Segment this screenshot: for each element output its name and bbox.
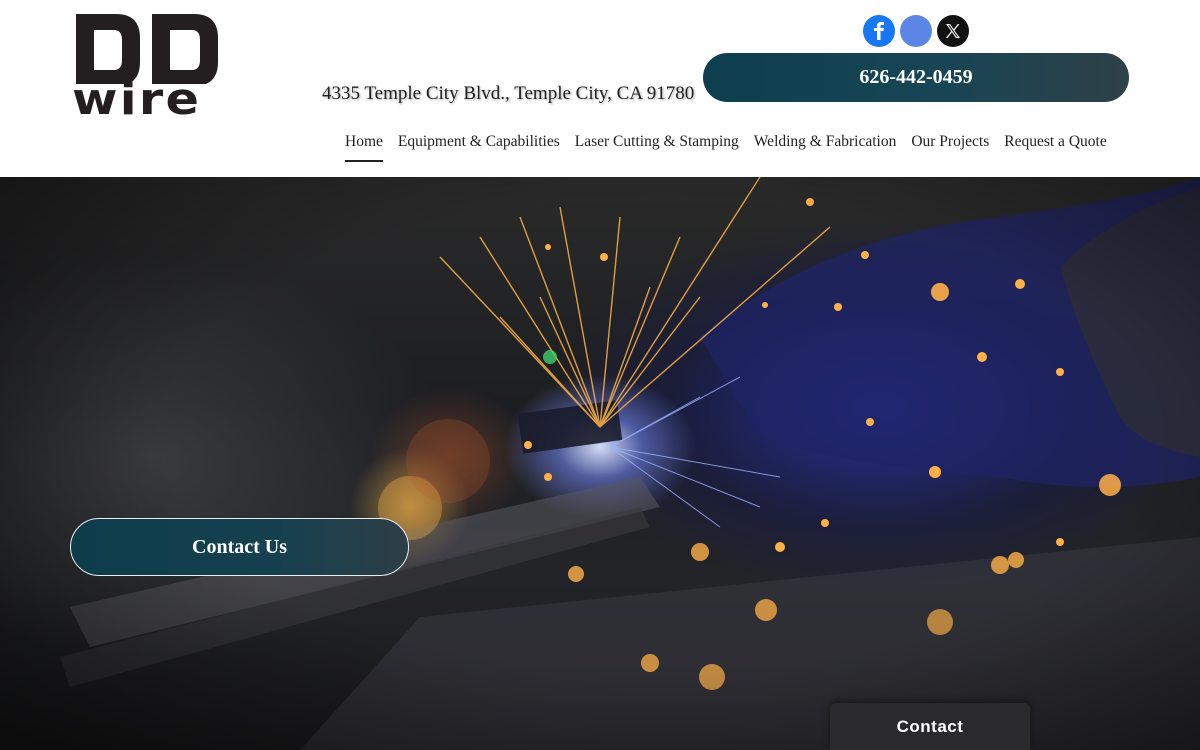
hero-banner: Contact Us Contact (0, 177, 1200, 750)
x-link[interactable] (937, 15, 969, 47)
dd-wire-logo[interactable]: wire (72, 14, 224, 122)
nav-item-request-quote[interactable]: Request a Quote (1004, 133, 1106, 161)
facebook-link[interactable] (863, 15, 895, 47)
social-links (863, 15, 969, 47)
site-header: wire 4335 Temple City Blvd., Temple City… (0, 0, 1200, 177)
logo-wordmark: wire (72, 74, 202, 125)
welding-sparks-photo (0, 177, 1200, 750)
google-link[interactable] (900, 15, 932, 47)
phone-call-button[interactable]: 626-442-0459 (703, 53, 1129, 102)
google-icon (915, 30, 917, 32)
nav-item-our-projects[interactable]: Our Projects (911, 133, 989, 161)
facebook-icon (874, 22, 884, 40)
business-address: 4335 Temple City Blvd., Temple City, CA … (322, 83, 695, 104)
floating-contact-tab[interactable]: Contact (830, 703, 1030, 750)
main-navigation: Home Equipment & Capabilities Laser Cutt… (345, 133, 1107, 162)
nav-item-welding-fabrication[interactable]: Welding & Fabrication (754, 133, 897, 161)
contact-us-button[interactable]: Contact Us (70, 518, 409, 576)
nav-item-equipment-capabilities[interactable]: Equipment & Capabilities (398, 133, 560, 161)
nav-item-home[interactable]: Home (345, 133, 383, 162)
x-icon (946, 24, 960, 38)
nav-item-laser-cutting-stamping[interactable]: Laser Cutting & Stamping (575, 133, 739, 161)
